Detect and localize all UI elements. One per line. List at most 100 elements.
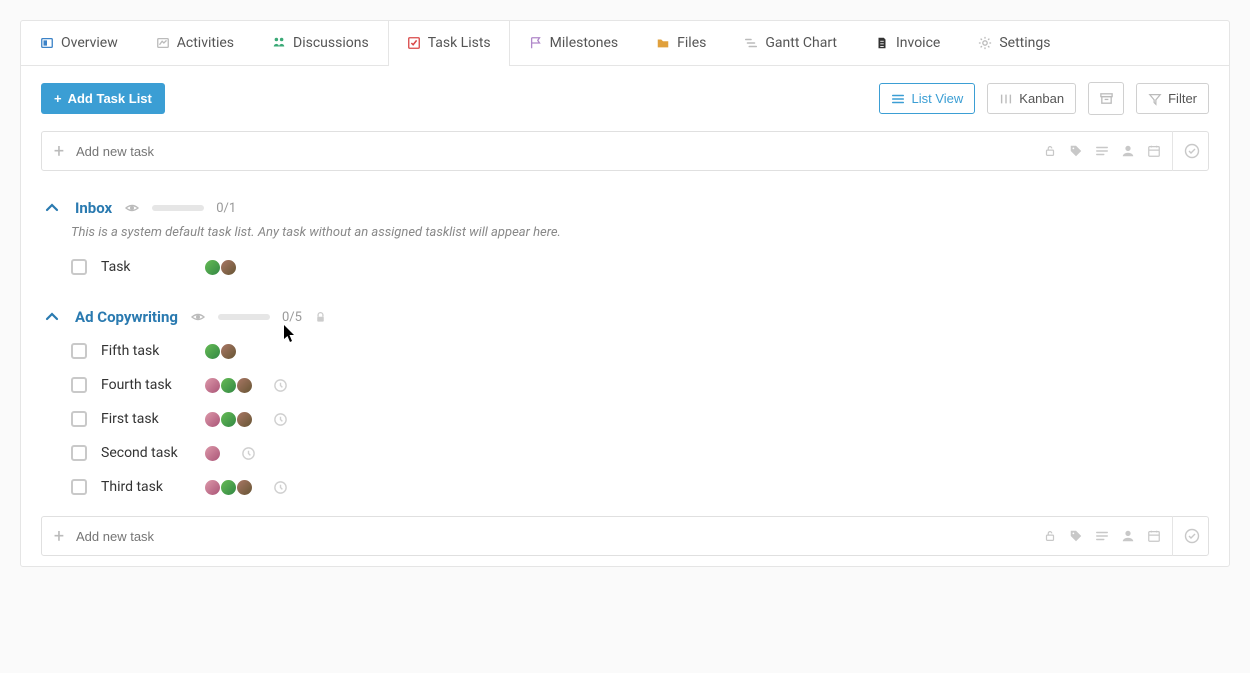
tab-activities[interactable]: Activities — [137, 21, 253, 65]
tab-gantt[interactable]: Gantt Chart — [725, 21, 856, 65]
tag-icon[interactable] — [1068, 143, 1084, 159]
task-row: Third task — [41, 470, 1209, 504]
unlock-icon[interactable] — [1042, 143, 1058, 159]
progress-bar — [152, 205, 204, 211]
description-icon[interactable] — [1094, 143, 1110, 159]
filter-button[interactable]: Filter — [1136, 83, 1209, 114]
assignees[interactable] — [205, 412, 252, 427]
task-title[interactable]: First task — [101, 411, 191, 427]
task-title[interactable]: Second task — [101, 445, 191, 461]
unlock-icon[interactable] — [1042, 528, 1058, 544]
invoice-icon — [875, 36, 889, 50]
clock-icon — [240, 445, 256, 461]
submit-icon[interactable] — [1172, 131, 1200, 171]
assignees[interactable] — [205, 480, 252, 495]
eye-icon[interactable] — [124, 200, 140, 216]
avatar — [237, 378, 252, 393]
kanban-button[interactable]: Kanban — [987, 83, 1076, 114]
user-icon[interactable] — [1120, 528, 1136, 544]
gantt-icon — [744, 36, 758, 50]
task-count: 0/5 — [282, 310, 302, 325]
clock-icon — [272, 479, 288, 495]
tasklist-title[interactable]: Ad Copywriting — [75, 308, 178, 326]
tab-invoice[interactable]: Invoice — [856, 21, 959, 65]
tab-label: Activities — [177, 35, 234, 51]
task-checkbox[interactable] — [71, 411, 87, 427]
task-checkbox[interactable] — [71, 259, 87, 275]
new-task-input[interactable] — [76, 144, 1042, 159]
avatar — [221, 480, 236, 495]
task-checkbox[interactable] — [71, 445, 87, 461]
new-task-input[interactable] — [76, 529, 1042, 544]
filter-label: Filter — [1168, 91, 1197, 106]
tab-label: Settings — [999, 35, 1050, 51]
tab-label: Invoice — [896, 35, 940, 51]
plus-icon: + — [54, 91, 62, 106]
overview-icon — [40, 36, 54, 50]
avatar — [221, 344, 236, 359]
new-task-icons — [1042, 131, 1208, 171]
kanban-icon — [999, 92, 1013, 106]
description-icon[interactable] — [1094, 528, 1110, 544]
tab-label: Gantt Chart — [765, 35, 837, 51]
assignees[interactable] — [205, 344, 236, 359]
chevron-up-icon[interactable] — [41, 306, 63, 328]
tab-label: Discussions — [293, 35, 369, 51]
task-row: Fourth task — [41, 368, 1209, 402]
tasklist-inbox: Inbox 0/1 This is a system default task li… — [21, 181, 1229, 290]
discussions-icon — [272, 36, 286, 50]
tab-settings[interactable]: Settings — [959, 21, 1069, 65]
task-count: 0/1 — [216, 201, 236, 216]
task-checkbox[interactable] — [71, 343, 87, 359]
progress-bar — [218, 314, 270, 320]
calendar-icon[interactable] — [1146, 143, 1162, 159]
eye-icon[interactable] — [190, 309, 206, 325]
task-row: Task — [41, 250, 1209, 284]
plus-icon: + — [42, 526, 76, 547]
assignees[interactable] — [205, 260, 236, 275]
new-task-row-ad: + — [41, 516, 1209, 556]
tab-files[interactable]: Files — [637, 21, 725, 65]
avatar — [221, 260, 236, 275]
tab-overview[interactable]: Overview — [21, 21, 137, 65]
settings-icon — [978, 36, 992, 50]
tasklist-description: This is a system default task list. Any … — [41, 225, 1209, 240]
task-title[interactable]: Task — [101, 259, 191, 275]
tasklists-icon — [407, 36, 421, 50]
avatar — [205, 480, 220, 495]
task-title[interactable]: Third task — [101, 479, 191, 495]
assignees[interactable] — [205, 446, 220, 461]
tasklist-title[interactable]: Inbox — [75, 199, 112, 217]
milestones-icon — [529, 36, 543, 50]
tab-discussions[interactable]: Discussions — [253, 21, 388, 65]
avatar — [221, 412, 236, 427]
tab-tasklists[interactable]: Task Lists — [388, 21, 510, 65]
list-view-button[interactable]: List View — [879, 83, 975, 114]
filter-icon — [1148, 92, 1162, 106]
clock-icon — [272, 377, 288, 393]
tab-label: Milestones — [550, 35, 619, 51]
tag-icon[interactable] — [1068, 528, 1084, 544]
task-checkbox[interactable] — [71, 479, 87, 495]
archive-icon — [1099, 91, 1114, 106]
files-icon — [656, 36, 670, 50]
archive-button[interactable] — [1088, 82, 1124, 115]
chevron-up-icon[interactable] — [41, 197, 63, 219]
avatar — [205, 378, 220, 393]
tab-milestones[interactable]: Milestones — [510, 21, 638, 65]
tab-bar: Overview Activities Discussions Task Lists M… — [21, 21, 1229, 66]
submit-icon[interactable] — [1172, 516, 1200, 556]
calendar-icon[interactable] — [1146, 528, 1162, 544]
task-title[interactable]: Fifth task — [101, 343, 191, 359]
tasklist-header: Inbox 0/1 — [41, 191, 1209, 225]
add-task-list-button[interactable]: + Add Task List — [41, 83, 165, 114]
tasklist-ad: Ad Copywriting 0/5 Fifth task Fourth task Fi… — [21, 290, 1229, 510]
avatar — [237, 480, 252, 495]
user-icon[interactable] — [1120, 143, 1136, 159]
task-checkbox[interactable] — [71, 377, 87, 393]
avatar — [205, 260, 220, 275]
task-title[interactable]: Fourth task — [101, 377, 191, 393]
tab-label: Files — [677, 35, 706, 51]
assignees[interactable] — [205, 378, 252, 393]
tab-label: Overview — [61, 35, 118, 51]
